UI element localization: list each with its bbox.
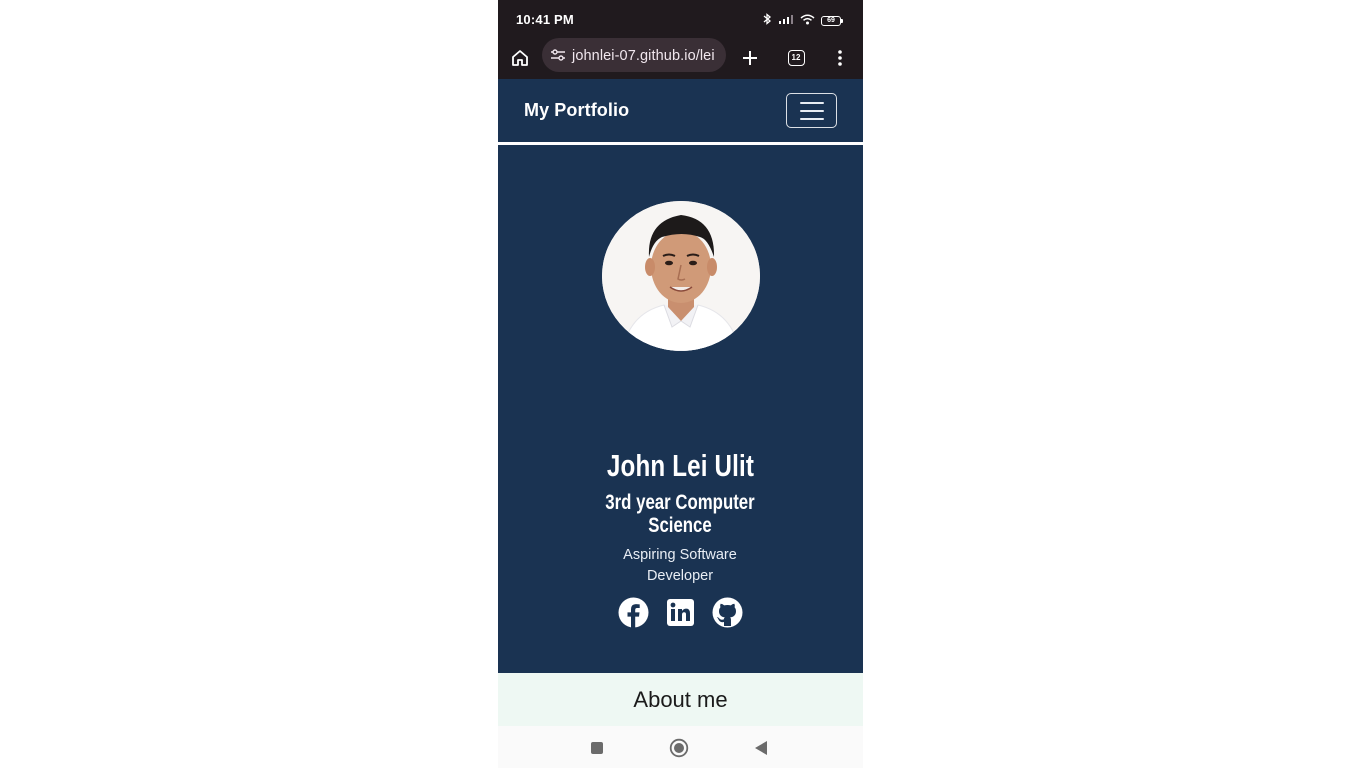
about-title: About me xyxy=(633,687,728,712)
tabs-icon[interactable]: 12 xyxy=(780,42,812,74)
profile-photo xyxy=(602,201,760,351)
github-icon[interactable] xyxy=(712,597,743,628)
home-circle-icon[interactable] xyxy=(669,738,689,758)
social-links xyxy=(498,597,863,628)
browser-toolbar: johnlei-07.github.io/lei 12 xyxy=(498,36,863,79)
facebook-icon[interactable] xyxy=(618,597,649,628)
recents-icon[interactable] xyxy=(587,738,607,758)
linkedin-icon[interactable] xyxy=(665,597,696,628)
tab-count: 12 xyxy=(787,50,805,66)
hero-subtitle: Aspiring Software Developer xyxy=(623,547,737,584)
site-navbar: My Portfolio xyxy=(498,79,863,142)
bluetooth-icon xyxy=(762,12,772,30)
more-icon[interactable] xyxy=(824,42,856,74)
phone-screen: 10:41 PM 69 johnlei-07.github.io/lei 12 … xyxy=(498,0,863,768)
hero-name: John Lei Ulit xyxy=(606,448,755,483)
back-icon[interactable] xyxy=(751,738,771,758)
hero-section: John Lei Ulit 3rd year Computer Science … xyxy=(498,145,863,673)
hero-title-text: 3rd year Computer Science xyxy=(605,491,755,537)
address-bar[interactable]: johnlei-07.github.io/lei xyxy=(542,38,726,72)
about-section: About me xyxy=(498,673,863,726)
hamburger-icon xyxy=(799,101,824,104)
navbar-toggler-button[interactable] xyxy=(786,93,837,128)
hero-title: 3rd year Computer Science xyxy=(580,491,780,537)
signal-icon xyxy=(778,12,794,30)
status-icons: 69 xyxy=(762,12,843,30)
plus-icon[interactable] xyxy=(734,42,766,74)
battery-icon: 69 xyxy=(821,16,843,26)
system-navigation-bar xyxy=(498,726,863,768)
battery-level: 69 xyxy=(821,16,841,26)
home-icon[interactable] xyxy=(504,42,536,74)
wifi-icon xyxy=(800,12,815,30)
status-time: 10:41 PM xyxy=(516,12,574,27)
status-bar: 10:41 PM 69 xyxy=(498,0,863,36)
navbar-brand[interactable]: My Portfolio xyxy=(524,100,629,121)
site-settings-icon[interactable] xyxy=(550,47,566,68)
url-text: johnlei-07.github.io/lei xyxy=(572,48,715,64)
